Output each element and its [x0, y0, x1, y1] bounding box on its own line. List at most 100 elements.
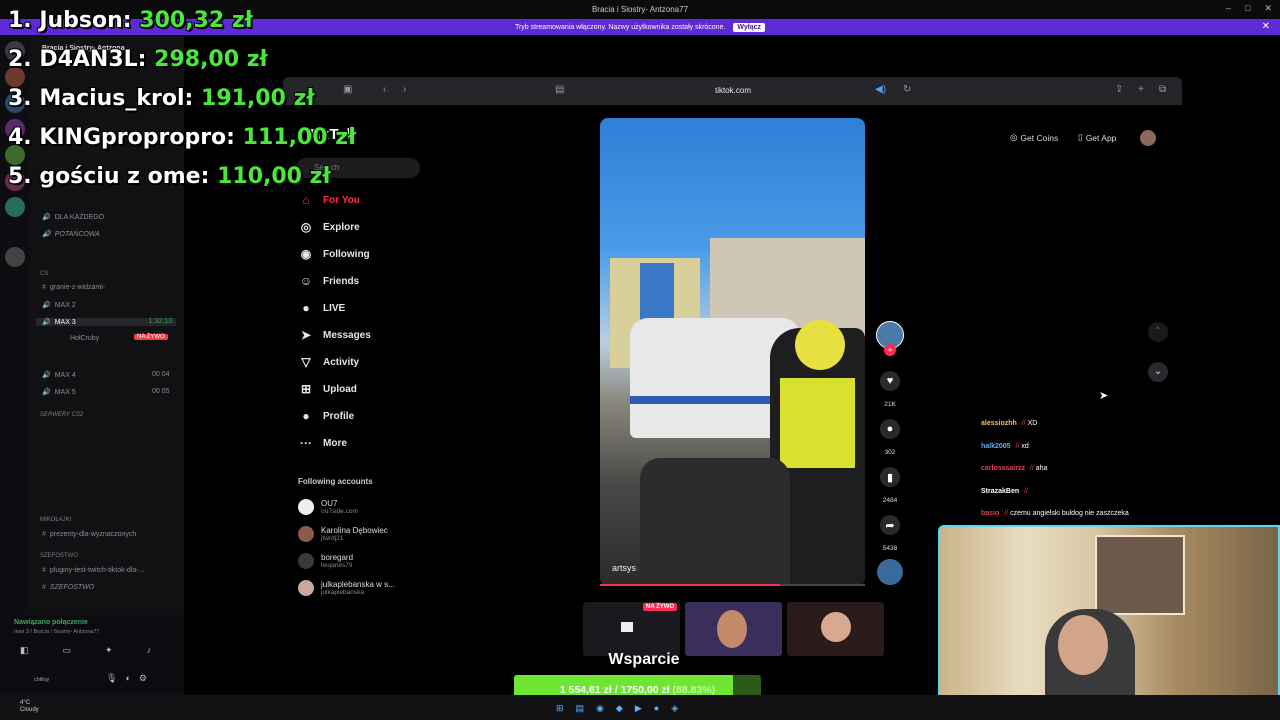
- channel-prezenty[interactable]: # prezenty-dla-wyznaczonych: [42, 531, 136, 538]
- nav-item-upload[interactable]: ⊞ Upload: [298, 378, 357, 400]
- category-serwery[interactable]: SERWERY CS2: [40, 412, 83, 418]
- browser-icon[interactable]: ◉: [596, 703, 604, 714]
- nav-item-activity[interactable]: ▽ Activity: [298, 351, 359, 373]
- get-app-button[interactable]: ▯ Get App: [1078, 129, 1116, 146]
- back-icon[interactable]: ‹: [383, 84, 386, 95]
- share-icon[interactable]: ⇪: [1115, 84, 1123, 95]
- leaderboard-row: 3. Macius_krol: 191,00 zł: [8, 86, 315, 111]
- messages-icon: ➤: [300, 328, 312, 342]
- comment-icon[interactable]: ●: [880, 419, 900, 439]
- add-server-icon[interactable]: [5, 247, 25, 267]
- nav-item-explore[interactable]: ◎ Explore: [298, 216, 360, 238]
- get-coins-button[interactable]: ◎ Get Coins: [1010, 129, 1058, 146]
- chat-text: aha: [1035, 465, 1048, 473]
- following-account[interactable]: boregard leojanes79: [298, 553, 353, 569]
- microphone-icon[interactable]: 🎙: [106, 673, 117, 684]
- voice-user[interactable]: HołCruby: [70, 335, 99, 342]
- friends-icon: ☺: [299, 274, 313, 288]
- headphones-icon[interactable]: ◐: [125, 673, 130, 684]
- close-icon[interactable]: ✕: [1262, 21, 1270, 32]
- live-badge: NA ŻYWO: [134, 334, 168, 340]
- video-author[interactable]: artsys: [612, 563, 636, 573]
- channel-granie[interactable]: # granie-z-widzami-: [42, 284, 105, 291]
- app-icon[interactable]: ◈: [671, 703, 678, 714]
- bookmark-icon[interactable]: ▮: [880, 467, 900, 487]
- chevron-up-icon[interactable]: ⌃: [1148, 322, 1168, 342]
- music-disc-icon[interactable]: [877, 559, 903, 585]
- heart-icon[interactable]: ♥: [880, 371, 900, 391]
- url-bar[interactable]: tiktok.com: [553, 83, 913, 99]
- leaderboard-name: 1. Jubson:: [8, 8, 132, 33]
- nav-item-label: LIVE: [323, 302, 346, 314]
- account-name: Karolina Dębowiec: [321, 526, 388, 535]
- channel-dla-kazdego[interactable]: 🔊 DLA KAŻDEGO: [42, 213, 104, 221]
- chat-username: halk2005: [981, 442, 1011, 450]
- follow-plus-icon[interactable]: +: [884, 344, 896, 356]
- app-icon[interactable]: ●: [654, 703, 659, 714]
- channel-max4[interactable]: 🔊 MAX 4 00 04: [42, 371, 170, 379]
- close-button[interactable]: ✕: [1264, 3, 1272, 14]
- nav-item-more[interactable]: ··· More: [298, 432, 347, 454]
- nav-item-label: Upload: [323, 383, 357, 395]
- nav-item-label: Following: [323, 248, 370, 260]
- nav-item-friends[interactable]: ☺ Friends: [298, 270, 359, 292]
- files-icon[interactable]: ▤: [576, 703, 585, 714]
- start-icon[interactable]: ⊞: [556, 703, 564, 714]
- category-mikolajki[interactable]: MIKOŁAJKI: [40, 517, 71, 523]
- video-player[interactable]: [600, 118, 865, 586]
- account-text: boregard leojanes79: [321, 553, 353, 569]
- user-name[interactable]: chilluy: [34, 677, 49, 683]
- minimize-button[interactable]: –: [1226, 3, 1231, 14]
- channel-potancowa[interactable]: 🔊 POTAŃCOWA: [42, 230, 100, 238]
- chat-text: XD: [1027, 420, 1038, 427]
- voice-channel[interactable]: max 3 / Bracia i Siostry- Antzona77: [14, 629, 100, 635]
- channel-szefostwo[interactable]: # SZEFOSTWO: [42, 584, 94, 591]
- thumbnail: [685, 602, 782, 656]
- nav-item-following[interactable]: ◉ Following: [298, 243, 370, 265]
- avatar: [298, 526, 314, 542]
- settings-gear-icon[interactable]: ⚙: [139, 673, 147, 684]
- tabs-overview-icon[interactable]: ⧉: [1159, 84, 1166, 95]
- nav-item-profile[interactable]: ● Profile: [298, 405, 354, 427]
- channel-max3[interactable]: 🔊 MAX 3 1:32:13: [36, 318, 176, 326]
- nav-item-messages[interactable]: ➤ Messages: [298, 324, 371, 346]
- screen-share-icon[interactable]: ▭: [63, 645, 72, 656]
- activities-icon[interactable]: ✦: [105, 645, 113, 656]
- chat-message: basio // czemu angielski buldog nie zasz…: [981, 510, 1129, 518]
- following-account[interactable]: Karolina Dębowiec jtwrdj21: [298, 526, 388, 542]
- reload-icon[interactable]: ↻: [903, 84, 911, 95]
- more-icon: ···: [300, 436, 312, 450]
- channel-pluginy[interactable]: # pluginy-test-twitch-tiktok-dla-...: [42, 567, 144, 574]
- channel-max5[interactable]: 🔊 MAX 5 00 05: [42, 388, 170, 396]
- forward-icon[interactable]: ›: [403, 84, 406, 95]
- wall-poster: [1095, 535, 1185, 615]
- new-tab-icon[interactable]: +: [1138, 84, 1144, 95]
- profile-avatar[interactable]: [1140, 130, 1156, 146]
- maximize-button[interactable]: □: [1245, 3, 1250, 14]
- weather-widget[interactable]: 4°C Cloudy: [20, 700, 39, 714]
- sidebar-toggle-icon[interactable]: ▣: [343, 84, 352, 95]
- chat-text: czemu angielski buldog nie zaszczeka: [1010, 510, 1129, 518]
- app-icon[interactable]: ▶: [635, 703, 642, 714]
- category-cs[interactable]: CS: [40, 271, 48, 277]
- disable-streamer-mode-button[interactable]: Wyłącz: [733, 22, 766, 32]
- soundboard-icon[interactable]: ♪: [147, 645, 152, 656]
- server-icon[interactable]: [5, 197, 25, 217]
- nav-item-live[interactable]: ● LIVE: [298, 297, 345, 319]
- following-account[interactable]: julkaplebanska w s... julkaplebanska: [298, 580, 395, 596]
- audio-playing-icon[interactable]: ◀): [875, 84, 886, 95]
- chat-username: StrazakBen: [981, 487, 1020, 495]
- category-szefostwo[interactable]: SZEFOSTWO: [40, 553, 78, 559]
- nav-item-label: Friends: [323, 275, 360, 287]
- webcam-feed: [938, 525, 1280, 720]
- app-icon[interactable]: ◆: [616, 703, 623, 714]
- channel-max2[interactable]: 🔊 MAX 2: [42, 301, 76, 309]
- share-arrow-icon[interactable]: ➦: [880, 515, 900, 535]
- camera-icon[interactable]: ◧: [20, 645, 29, 656]
- leaderboard-name: 5. gościu z ome:: [8, 164, 210, 189]
- video-progress-bar[interactable]: [600, 584, 865, 586]
- following-account[interactable]: OU7 ou7side.com: [298, 499, 358, 515]
- following-accounts-title: Following accounts: [298, 477, 373, 486]
- chat-message: carlosssairzz // aha: [981, 465, 1048, 473]
- chevron-down-icon[interactable]: ⌄: [1148, 362, 1168, 382]
